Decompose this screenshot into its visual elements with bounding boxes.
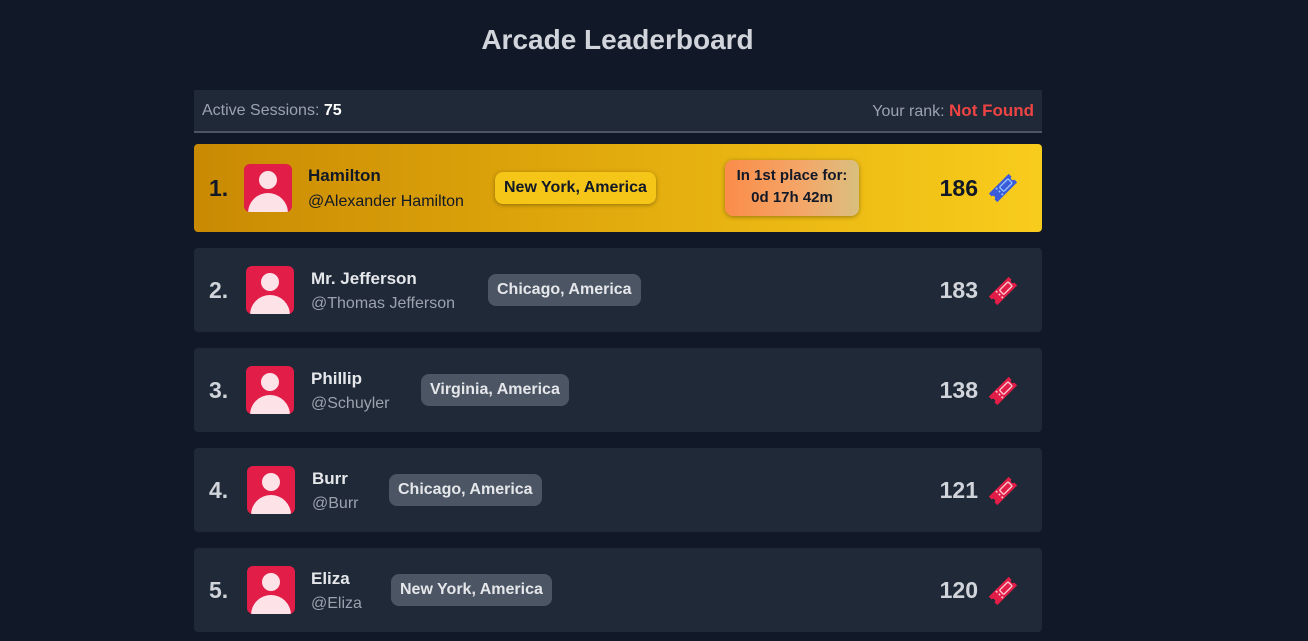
your-rank: Your rank: Not Found bbox=[872, 101, 1034, 121]
active-sessions: Active Sessions: 75 bbox=[202, 102, 342, 120]
location-badge: Virginia, America bbox=[421, 374, 569, 406]
ticket-icon bbox=[988, 476, 1018, 506]
leaderboard-row[interactable]: 5. Eliza @Eliza New York, America 120 bbox=[194, 548, 1042, 632]
rank-number: 2. bbox=[209, 276, 229, 303]
active-sessions-value: 75 bbox=[323, 101, 342, 119]
player-name: Mr. Jefferson bbox=[311, 269, 417, 288]
player-handle: @Thomas Jefferson bbox=[311, 295, 456, 312]
page-title: Arcade Leaderboard bbox=[481, 24, 754, 55]
ticket-icon bbox=[988, 376, 1018, 406]
leaderboard-row[interactable]: 4. Burr @Burr Chicago, America 121 bbox=[194, 448, 1042, 532]
player-handle: @Burr bbox=[312, 495, 359, 512]
your-rank-label: Your rank: bbox=[872, 102, 945, 120]
player-name: Hamilton bbox=[308, 166, 381, 185]
score: 183 bbox=[939, 276, 978, 303]
first-place-duration: 0d 17h 42m bbox=[751, 189, 833, 206]
player-name: Eliza bbox=[311, 569, 350, 588]
score: 121 bbox=[939, 476, 978, 503]
ticket-icon bbox=[988, 276, 1018, 306]
rank-number: 1. bbox=[209, 174, 229, 201]
score: 120 bbox=[939, 576, 978, 603]
avatar bbox=[246, 366, 294, 414]
location-badge: New York, America bbox=[495, 172, 656, 204]
score: 186 bbox=[939, 174, 978, 201]
avatar bbox=[247, 466, 295, 514]
location-badge: New York, America bbox=[391, 574, 552, 606]
avatar bbox=[246, 266, 294, 314]
ticket-icon bbox=[988, 173, 1018, 203]
rank-number: 5. bbox=[209, 576, 229, 603]
active-sessions-label: Active Sessions: bbox=[202, 101, 320, 119]
rank-number: 4. bbox=[209, 476, 229, 503]
player-name: Burr bbox=[312, 469, 348, 488]
location-badge: Chicago, America bbox=[389, 474, 542, 506]
rank-number: 3. bbox=[209, 376, 229, 403]
leaderboard-row[interactable]: 2. Mr. Jefferson @Thomas Jefferson Chica… bbox=[194, 248, 1042, 332]
location-badge: Chicago, America bbox=[488, 274, 641, 306]
stats-bar: Active Sessions: 75 Your rank: Not Found bbox=[194, 90, 1042, 133]
ticket-icon bbox=[988, 576, 1018, 606]
score: 138 bbox=[939, 376, 978, 403]
your-rank-value: Not Found bbox=[949, 100, 1034, 120]
player-name: Phillip bbox=[311, 369, 362, 388]
first-place-label: In 1st place for: bbox=[736, 167, 848, 184]
avatar bbox=[244, 164, 292, 212]
avatar bbox=[247, 566, 295, 614]
player-handle: @Eliza bbox=[311, 595, 362, 612]
leaderboard-row[interactable]: 3. Phillip @Schuyler Virginia, America 1… bbox=[194, 348, 1042, 432]
player-handle: @Alexander Hamilton bbox=[308, 193, 464, 210]
first-place-timer: In 1st place for: 0d 17h 42m bbox=[725, 160, 859, 216]
player-handle: @Schuyler bbox=[311, 395, 390, 412]
leaderboard-row[interactable]: 1. Hamilton @Alexander Hamilton New York… bbox=[194, 144, 1042, 232]
